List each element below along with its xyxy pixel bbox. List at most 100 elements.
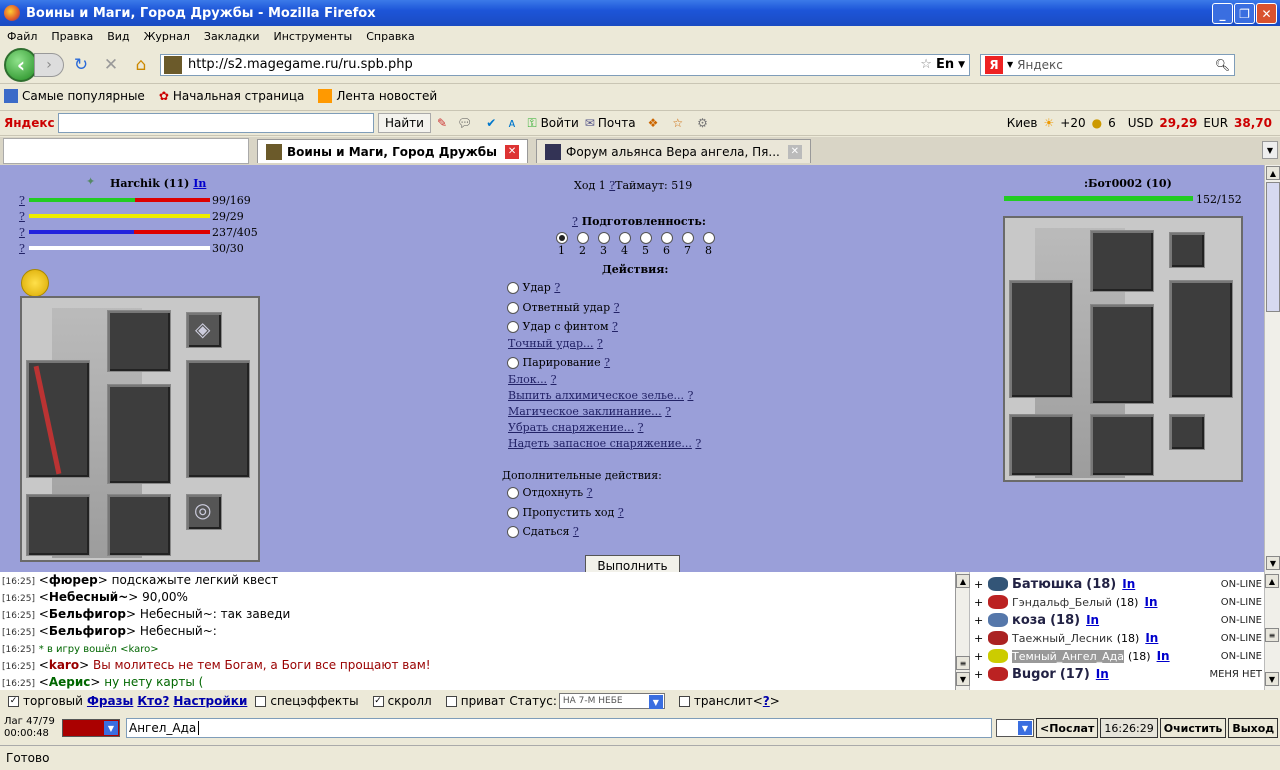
chat-nick[interactable]: Бельфигор: [49, 607, 126, 621]
settings-link[interactable]: Настройки: [173, 694, 247, 708]
chat-input[interactable]: Ангел_Ада: [126, 718, 992, 738]
remove-gear-help[interactable]: ?: [638, 421, 644, 434]
action-strike[interactable]: Удар ?: [507, 281, 560, 294]
settings-gear-icon[interactable]: ⚙: [697, 116, 708, 130]
yandex-search-input[interactable]: [58, 113, 374, 133]
enemy-slot-ring[interactable]: [1169, 414, 1205, 450]
spell-link[interactable]: Магическое заклинание...: [508, 405, 662, 418]
slot-armor[interactable]: [107, 384, 171, 484]
extra-skip[interactable]: Пропустить ход ?: [507, 506, 624, 519]
link-precise-strike[interactable]: Точный удар... ?: [508, 337, 603, 350]
scroll-down-icon[interactable]: ▼: [1266, 556, 1280, 570]
expand-icon[interactable]: +: [974, 668, 984, 681]
menu-view[interactable]: Вид: [100, 30, 136, 43]
extra-surrender-radio[interactable]: [507, 526, 519, 538]
online-user-in[interactable]: In: [1144, 595, 1157, 609]
online-user-in[interactable]: In: [1122, 577, 1135, 591]
prep-level-6[interactable]: 6: [656, 231, 677, 257]
extra-surrender[interactable]: Сдаться ?: [507, 525, 579, 538]
link-potion[interactable]: Выпить алхимическое зелье... ?: [508, 389, 693, 402]
remove-gear-link[interactable]: Убрать снаряжение...: [508, 421, 634, 434]
slot-amulet[interactable]: ◈: [186, 312, 222, 348]
tab-list-icon[interactable]: ▼: [1262, 141, 1278, 159]
prep-radio[interactable]: [597, 232, 610, 244]
player-status[interactable]: In: [193, 177, 206, 190]
recipient-dropdown-icon[interactable]: ▼: [1018, 721, 1032, 735]
stop-icon[interactable]: ✕: [98, 53, 124, 77]
action-parry-help[interactable]: ?: [604, 356, 610, 369]
link-spell[interactable]: Магическое заклинание... ?: [508, 405, 671, 418]
page-scrollbar[interactable]: ▲ ≡ ▼: [1264, 572, 1280, 690]
mana-help-link[interactable]: ?: [19, 226, 25, 239]
online-user-in[interactable]: In: [1157, 649, 1170, 663]
color-dropdown-icon[interactable]: ▼: [104, 721, 118, 735]
extra-rest-help[interactable]: ?: [587, 486, 593, 499]
prep-help-link[interactable]: ?: [572, 215, 578, 228]
hp-help-link[interactable]: ?: [19, 194, 25, 207]
slot-weapon[interactable]: [26, 360, 90, 478]
yandex-logo[interactable]: Яндекс: [4, 116, 58, 130]
send-button[interactable]: <Послат: [1036, 718, 1099, 738]
search-icon[interactable]: 🔍︎: [1215, 58, 1230, 72]
online-user-in[interactable]: In: [1145, 631, 1158, 645]
translate-icon[interactable]: ᴀ: [508, 116, 515, 130]
tab-forum-close-icon[interactable]: ✕: [787, 144, 802, 159]
translit-help-link[interactable]: ?: [763, 694, 770, 708]
link-spare-gear[interactable]: Надеть запасное снаряжение... ?: [508, 437, 701, 450]
online-user[interactable]: + Батюшка (18) In ON-LINE: [956, 575, 1266, 593]
online-user-name[interactable]: коза: [1012, 613, 1046, 628]
chat-nick[interactable]: karo: [49, 658, 79, 672]
prep-level-4[interactable]: 4: [614, 231, 635, 257]
block-help[interactable]: ?: [551, 373, 557, 386]
check-icon[interactable]: ✔: [486, 116, 496, 130]
prep-radio[interactable]: [618, 232, 631, 244]
star-icon[interactable]: ☆: [920, 57, 932, 72]
expand-icon[interactable]: +: [974, 578, 984, 591]
enemy-slot-shield[interactable]: [1169, 280, 1233, 398]
online-user-in[interactable]: In: [1086, 613, 1099, 627]
enemy-slot-amulet[interactable]: [1169, 232, 1205, 268]
prep-level-5[interactable]: 5: [635, 231, 656, 257]
tab-filter-input[interactable]: [3, 138, 249, 164]
extra-skip-radio[interactable]: [507, 507, 519, 519]
action-feint[interactable]: Удар с финтом ?: [507, 320, 618, 333]
precise-strike-help[interactable]: ?: [597, 337, 603, 350]
login-link[interactable]: Войти: [541, 116, 579, 130]
prep-radio[interactable]: [576, 232, 589, 244]
find-button[interactable]: Найти: [378, 113, 431, 133]
chat-nick[interactable]: Бельфигор: [49, 624, 126, 638]
private-checkbox[interactable]: [445, 695, 457, 707]
effects-checkbox[interactable]: [255, 695, 267, 707]
home-icon[interactable]: ⌂: [128, 53, 154, 77]
city-label[interactable]: Киев: [1007, 116, 1038, 130]
stamina-help-link[interactable]: ?: [19, 210, 25, 223]
extra-rest[interactable]: Отдохнуть ?: [507, 486, 593, 499]
enemy-slot-gloves[interactable]: [1009, 414, 1073, 476]
menu-file[interactable]: Файл: [0, 30, 44, 43]
menu-history[interactable]: Журнал: [137, 30, 197, 43]
page-scroll-thumb-icon[interactable]: ≡: [1265, 628, 1279, 642]
action-parry-radio[interactable]: [507, 357, 519, 369]
menu-help[interactable]: Справка: [359, 30, 421, 43]
phrases-link[interactable]: Фразы: [87, 694, 133, 708]
enemy-slot-helmet[interactable]: [1090, 230, 1154, 292]
maximize-button[interactable]: ❐: [1234, 3, 1255, 24]
menu-edit[interactable]: Правка: [44, 30, 100, 43]
action-strike-help[interactable]: ?: [554, 281, 560, 294]
minimize-button[interactable]: _: [1212, 3, 1233, 24]
action-counter[interactable]: Ответный удар ?: [507, 301, 620, 314]
slot-boots[interactable]: [107, 494, 171, 556]
color-select[interactable]: ▼: [62, 719, 120, 737]
expand-icon[interactable]: +: [974, 650, 984, 663]
prep-level-3[interactable]: 3: [593, 231, 614, 257]
link-remove-gear[interactable]: Убрать снаряжение... ?: [508, 421, 643, 434]
back-button[interactable]: ‹: [4, 47, 38, 82]
link-block[interactable]: Блок... ?: [508, 373, 556, 386]
action-feint-radio[interactable]: [507, 321, 519, 333]
close-button[interactable]: ✕: [1256, 3, 1277, 24]
tab-close-icon[interactable]: ✕: [505, 144, 520, 159]
bookmark-start[interactable]: Начальная страница: [173, 89, 305, 103]
bookmark-popular[interactable]: Самые популярные: [22, 89, 145, 103]
online-user-name[interactable]: Гэндальф_Белый: [1012, 596, 1112, 609]
enemy-slot-armor[interactable]: [1090, 304, 1154, 404]
